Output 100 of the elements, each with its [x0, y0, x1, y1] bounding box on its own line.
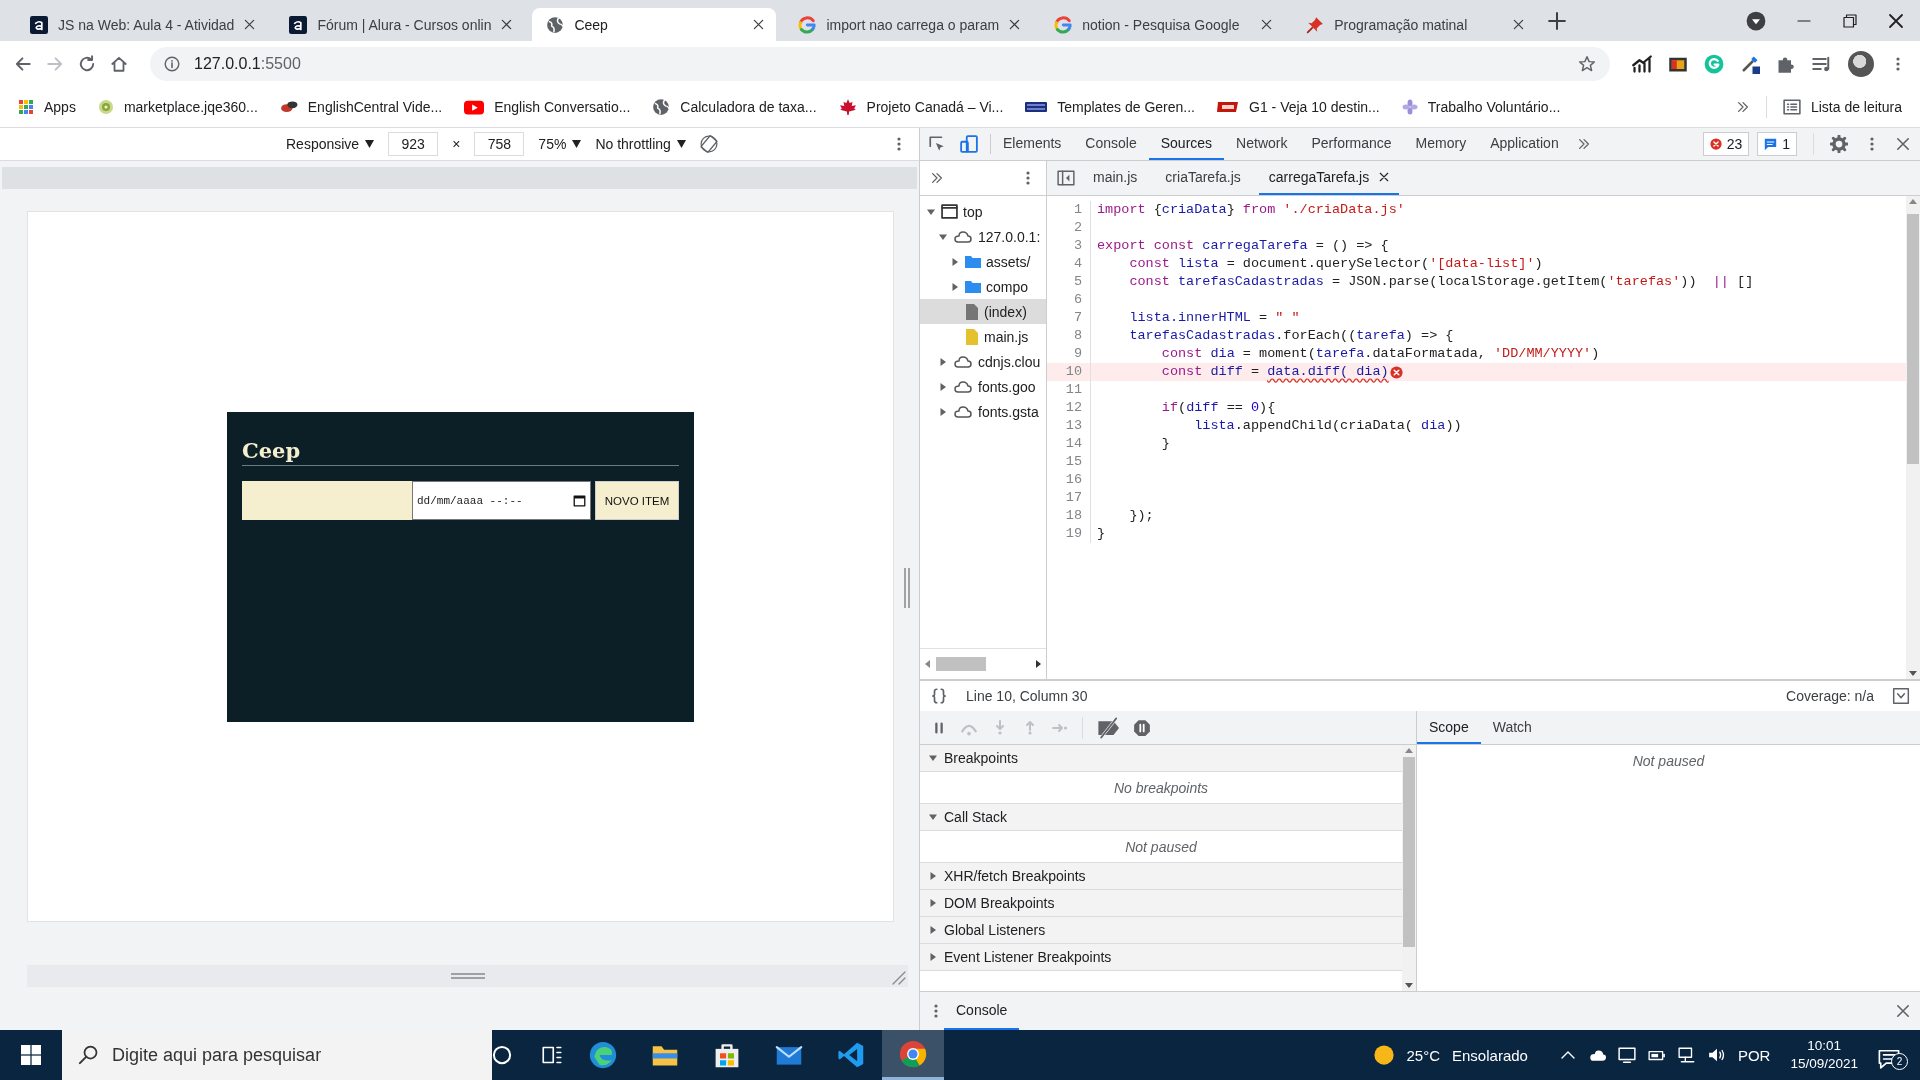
notification-button[interactable]: 2 [1878, 1040, 1908, 1070]
bookmark[interactable]: Apps [18, 99, 76, 115]
clock[interactable]: 10:01 15/09/2021 [1782, 1037, 1866, 1073]
rotate-icon[interactable] [699, 135, 718, 153]
devtools-tab[interactable]: Memory [1403, 128, 1479, 160]
browser-tab[interactable]: notion - Pesquisa Google [1040, 8, 1285, 41]
section-header[interactable]: DOM Breakpoints [920, 890, 1402, 917]
section-header[interactable]: Global Listeners [920, 917, 1402, 944]
browser-tab[interactable]: import nao carrega o param [784, 8, 1033, 41]
tree-item[interactable]: 127.0.0.1: [920, 224, 1046, 249]
close-icon[interactable] [244, 19, 256, 30]
browser-tab[interactable]: Fórum | Alura - Cursos onlin [275, 8, 525, 41]
scrollbar-thumb[interactable] [936, 657, 986, 671]
corner-resize-icon[interactable] [890, 969, 906, 985]
new-tab-icon[interactable] [1548, 11, 1567, 30]
browser-tab[interactable]: Programação matinal [1292, 8, 1537, 41]
devtools-tab[interactable]: Network [1224, 128, 1300, 160]
dropdown-icon[interactable] [1746, 10, 1766, 31]
tree-item[interactable]: compo [920, 274, 1046, 299]
resize-handle-icon[interactable] [450, 972, 485, 980]
caret-icon[interactable] [928, 753, 938, 763]
scroll-left-icon[interactable] [924, 659, 932, 669]
network-icon[interactable] [1677, 1046, 1696, 1064]
format-braces-icon[interactable] [930, 687, 948, 705]
eyedropper-icon[interactable] [1740, 54, 1760, 74]
tree-item[interactable]: fonts.goo [920, 374, 1046, 399]
browser-tab[interactable]: JS na Web: Aula 4 - Atividad [16, 8, 268, 41]
throttling-select[interactable]: No throttling [595, 136, 686, 152]
file-tab[interactable]: criaTarefa.js [1155, 161, 1251, 195]
scrollbar-thumb[interactable] [1907, 214, 1919, 464]
device-toggle-icon[interactable] [960, 135, 978, 153]
coverage-toggle-icon[interactable] [1892, 687, 1910, 705]
tree-item[interactable]: main.js [920, 324, 1046, 349]
close-drawer-icon[interactable] [1896, 1004, 1910, 1018]
star-icon[interactable] [1578, 55, 1596, 73]
expand-arrow-icon[interactable] [950, 256, 960, 267]
tree-item[interactable]: cdnjs.clou [920, 349, 1046, 374]
more-tabs-icon[interactable] [1576, 137, 1591, 151]
file-tab[interactable]: carregaTarefa.js [1258, 161, 1400, 195]
zoom-select[interactable]: 75% [538, 136, 582, 152]
section-header[interactable]: Event Listener Breakpoints [920, 944, 1402, 971]
home-icon[interactable] [110, 55, 128, 73]
devtools-tab[interactable]: Elements [991, 128, 1074, 160]
expand-panel-icon[interactable] [930, 171, 944, 185]
inspect-icon[interactable] [928, 135, 946, 153]
close-icon[interactable] [1261, 19, 1273, 30]
language-indicator[interactable]: POR [1737, 1046, 1771, 1064]
pause-on-exceptions-icon[interactable] [1133, 718, 1151, 737]
bookmark[interactable]: EnglishCentral Vide... [279, 98, 443, 116]
section-header[interactable]: Call Stack [920, 804, 1402, 831]
caret-icon[interactable] [928, 871, 938, 881]
bookmark[interactable]: Projeto Canadá – Vi... [838, 98, 1004, 116]
expand-arrow-icon[interactable] [938, 356, 948, 367]
tree-item[interactable]: assets/ [920, 249, 1046, 274]
bookmark[interactable]: English Conversatio... [464, 97, 631, 117]
bookmark[interactable]: Calculadora de taxa... [652, 98, 817, 116]
expand-arrow-icon[interactable] [938, 406, 948, 417]
reading-list-button[interactable]: Lista de leitura [1782, 98, 1902, 116]
close-tab-icon[interactable] [1379, 172, 1390, 182]
deactivate-breakpoints-icon[interactable] [1097, 716, 1119, 739]
close-window-icon[interactable] [1888, 12, 1904, 29]
caret-icon[interactable] [928, 925, 938, 935]
tree-item[interactable]: fonts.gsta [920, 399, 1046, 424]
section-header[interactable]: Breakpoints [920, 745, 1402, 772]
bookmark[interactable]: Templates de Geren... [1025, 96, 1195, 118]
circle-icon[interactable] [492, 1045, 512, 1065]
more-bookmarks-icon[interactable] [1735, 100, 1750, 114]
expand-arrow-icon[interactable] [950, 281, 960, 292]
file-tab[interactable]: main.js [1083, 161, 1148, 195]
scroll-right-icon[interactable] [1034, 659, 1042, 669]
bar-chart-icon[interactable] [1632, 54, 1652, 74]
message-count-badge[interactable]: 1 [1757, 132, 1797, 156]
input-field[interactable] [242, 481, 412, 520]
media-list-icon[interactable] [1812, 54, 1832, 74]
caret-icon[interactable] [928, 812, 938, 822]
browser-tab[interactable]: Ceep [532, 8, 777, 41]
calendar-icon[interactable] [573, 494, 586, 507]
tree-item[interactable]: (index) [920, 299, 1046, 324]
bookmark[interactable]: marketplace.jqe360... [97, 99, 258, 115]
device-select[interactable]: Responsive [286, 136, 375, 152]
caret-icon[interactable] [928, 952, 938, 962]
address-bar[interactable]: 127.0.0.1:5500 [150, 47, 1610, 81]
monitor-icon[interactable] [1617, 1046, 1636, 1064]
reload-icon[interactable] [78, 55, 96, 73]
speaker-icon[interactable] [1707, 1046, 1726, 1064]
back-icon[interactable] [14, 55, 32, 73]
close-icon[interactable] [1513, 19, 1525, 30]
width-field[interactable]: 923 [388, 132, 439, 156]
close-icon[interactable] [753, 19, 765, 30]
settings-icon[interactable] [1830, 135, 1848, 153]
pause-icon[interactable] [932, 720, 946, 735]
caret-icon[interactable] [928, 898, 938, 908]
new-item-button[interactable]: NOVO ITEM [595, 481, 679, 520]
devtools-tab[interactable]: Performance [1299, 128, 1404, 160]
tree-item[interactable]: top [920, 199, 1046, 224]
height-field[interactable]: 758 [474, 132, 525, 156]
error-count-badge[interactable]: 23 [1702, 132, 1750, 156]
restore-icon[interactable] [1842, 12, 1858, 29]
expand-arrow-icon[interactable] [938, 381, 948, 392]
bookmark[interactable]: Trabalho Voluntário... [1401, 99, 1561, 115]
